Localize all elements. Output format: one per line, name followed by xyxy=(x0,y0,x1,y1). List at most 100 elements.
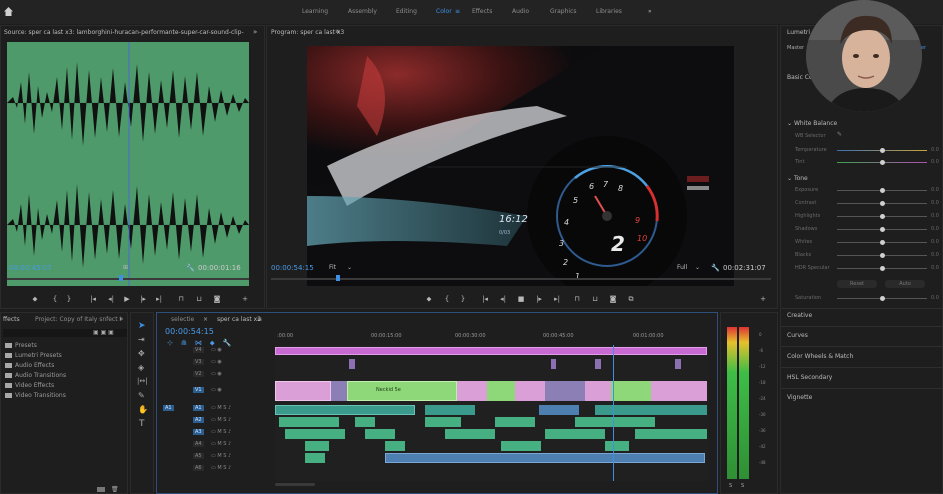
effects-item-video-transitions[interactable]: Video Transitions xyxy=(5,391,66,401)
program-tab-menu-icon[interactable]: ≡ xyxy=(335,28,340,35)
insert-icon[interactable]: ⊓ xyxy=(175,294,187,304)
timeline-tab-close-icon[interactable]: × xyxy=(203,313,208,327)
contrast-value[interactable]: 0.0 xyxy=(931,200,939,206)
track-header-a3[interactable]: A3 ▭ M S ♪ xyxy=(163,429,273,441)
clip-v2[interactable] xyxy=(675,359,681,369)
clip-a4[interactable] xyxy=(605,441,629,451)
slider-knob[interactable] xyxy=(880,148,885,153)
step-forward-icon[interactable]: |▸ xyxy=(137,294,149,304)
clip-a1[interactable] xyxy=(539,405,579,415)
slider-knob[interactable] xyxy=(880,188,885,193)
program-video-frame[interactable]: 16:12 0/03 2 6 7 8 9 10 5 4 3 2 1 xyxy=(307,46,734,286)
add-button-icon[interactable]: + xyxy=(239,294,251,304)
track-icons[interactable]: ▭ M S ♪ xyxy=(211,417,231,423)
clip-v1[interactable] xyxy=(651,381,707,401)
program-marker-icon[interactable]: ⬥ xyxy=(423,294,435,304)
program-go-to-out-icon[interactable]: ▸| xyxy=(551,294,563,304)
clip-a2[interactable] xyxy=(575,417,655,427)
slip-tool-icon[interactable]: |↔| xyxy=(137,377,148,385)
workspace-audio[interactable]: Audio xyxy=(512,0,529,24)
clip-a5-music[interactable] xyxy=(385,453,705,463)
section-creative[interactable]: Creative xyxy=(787,312,812,319)
clip-a4[interactable] xyxy=(385,441,405,451)
blacks-value[interactable]: 0.0 xyxy=(931,252,939,258)
timeline-ruler[interactable]: :00:00 00:00:15:00 00:00:30:00 00:00:45:… xyxy=(277,329,707,343)
effects-item-audio-transitions[interactable]: Audio Transitions xyxy=(5,371,66,381)
mark-in-icon[interactable]: { xyxy=(49,294,61,304)
program-lift-icon[interactable]: ⊓ xyxy=(571,294,583,304)
timeline-zoom-scrollbar[interactable] xyxy=(275,483,315,486)
overwrite-icon[interactable]: ⊔ xyxy=(193,294,205,304)
timeline-timecode[interactable]: 00:00:54:15 xyxy=(165,327,214,336)
timeline-tracks-area[interactable]: Neckid 5e xyxy=(275,345,709,481)
timeline-playhead[interactable] xyxy=(613,345,614,481)
workspace-color[interactable]: Color xyxy=(436,0,452,24)
shadows-slider[interactable] xyxy=(837,227,927,232)
auto-button[interactable]: Auto xyxy=(885,280,925,288)
track-icons[interactable]: ▭ M S ♪ xyxy=(211,453,231,459)
effects-filter-icons[interactable]: ▣ ▣ ▣ xyxy=(93,329,114,336)
hdr-specular-slider[interactable] xyxy=(837,266,927,271)
shadows-value[interactable]: 0.0 xyxy=(931,226,939,232)
go-to-out-icon[interactable]: ▸| xyxy=(153,294,165,304)
contrast-slider[interactable] xyxy=(837,201,927,206)
mark-out-icon[interactable]: } xyxy=(63,294,75,304)
meter-solo-right[interactable]: S xyxy=(741,483,744,489)
track-header-a2[interactable]: A2 ▭ M S ♪ xyxy=(163,417,273,429)
source-settings-icon[interactable]: ⊞ xyxy=(123,264,128,271)
clip-v1[interactable] xyxy=(515,381,545,401)
track-icons[interactable]: ▭ ◉ xyxy=(211,359,222,365)
clip-v2[interactable] xyxy=(551,359,556,369)
clip-adjustment-layer[interactable] xyxy=(275,347,707,355)
lumetri-tab[interactable]: Lumetri xyxy=(787,26,810,40)
program-playhead[interactable] xyxy=(336,275,340,281)
clip-a4[interactable] xyxy=(501,441,541,451)
track-icons[interactable]: ▭ ◉ xyxy=(211,371,222,377)
slider-knob[interactable] xyxy=(880,227,885,232)
track-icons[interactable]: ▭ M S ♪ xyxy=(211,405,231,411)
clip-a4[interactable] xyxy=(305,441,329,451)
source-tab-title[interactable]: Source: sper ca last x3: lamborghini-hur… xyxy=(4,26,244,40)
source-waveform[interactable] xyxy=(7,42,249,286)
clip-v1[interactable] xyxy=(457,381,487,401)
slider-knob[interactable] xyxy=(880,253,885,258)
track-header-a4[interactable]: A4 ▭ M S ♪ xyxy=(163,441,273,453)
saturation-value[interactable]: 0.0 xyxy=(931,295,939,301)
track-header-v1[interactable]: V1 ▭ ◉ xyxy=(163,383,273,405)
track-icons[interactable]: ▭ M S ♪ xyxy=(211,441,231,447)
tab-effects[interactable]: ffects xyxy=(3,313,20,327)
timeline-tab-sequence[interactable]: sper ca last x3 xyxy=(217,313,261,327)
track-header-v4[interactable]: V4 ▭ ◉ xyxy=(163,347,273,359)
program-wrench-icon[interactable]: 🔧 xyxy=(711,264,720,272)
track-header-v3[interactable]: V3 ▭ ◉ xyxy=(163,359,273,371)
effects-item-lumetri-presets[interactable]: Lumetri Presets xyxy=(5,351,62,361)
marker-icon[interactable]: ⬥ xyxy=(29,294,41,304)
temperature-value[interactable]: 0.0 xyxy=(931,147,939,153)
program-extract-icon[interactable]: ⊔ xyxy=(589,294,601,304)
clip-a3[interactable] xyxy=(365,429,395,439)
clip-a1[interactable] xyxy=(425,405,475,415)
clip-v1[interactable] xyxy=(275,381,331,401)
effects-item-video-effects[interactable]: Video Effects xyxy=(5,381,54,391)
slider-knob[interactable] xyxy=(880,201,885,206)
new-bin-icon[interactable] xyxy=(97,487,105,492)
clip-a2[interactable] xyxy=(425,417,461,427)
program-resolution-select[interactable]: Full xyxy=(677,264,687,271)
effects-item-audio-effects[interactable]: Audio Effects xyxy=(5,361,54,371)
clip-a5[interactable] xyxy=(305,453,325,463)
program-timecode-current[interactable]: 00:00:54:15 xyxy=(271,264,314,272)
clip-a3[interactable] xyxy=(445,429,495,439)
exposure-slider[interactable] xyxy=(837,188,927,193)
saturation-slider[interactable] xyxy=(837,296,927,301)
workspace-libraries[interactable]: Libraries xyxy=(596,0,622,24)
play-icon[interactable]: ▶ xyxy=(121,294,133,304)
tone-header[interactable]: ⌄ Tone xyxy=(787,175,808,182)
workspace-effects[interactable]: Effects xyxy=(472,0,492,24)
program-mark-out-icon[interactable]: } xyxy=(457,294,469,304)
track-select-tool-icon[interactable]: ⇥ xyxy=(138,335,145,344)
source-playhead[interactable] xyxy=(119,275,123,281)
reset-button[interactable]: Reset xyxy=(837,280,877,288)
source-timecode-current[interactable]: 00:00:45:07 xyxy=(9,264,52,272)
tint-value[interactable]: 0.0 xyxy=(931,159,939,165)
source-wrench-icon[interactable]: 🔧 xyxy=(186,264,195,272)
